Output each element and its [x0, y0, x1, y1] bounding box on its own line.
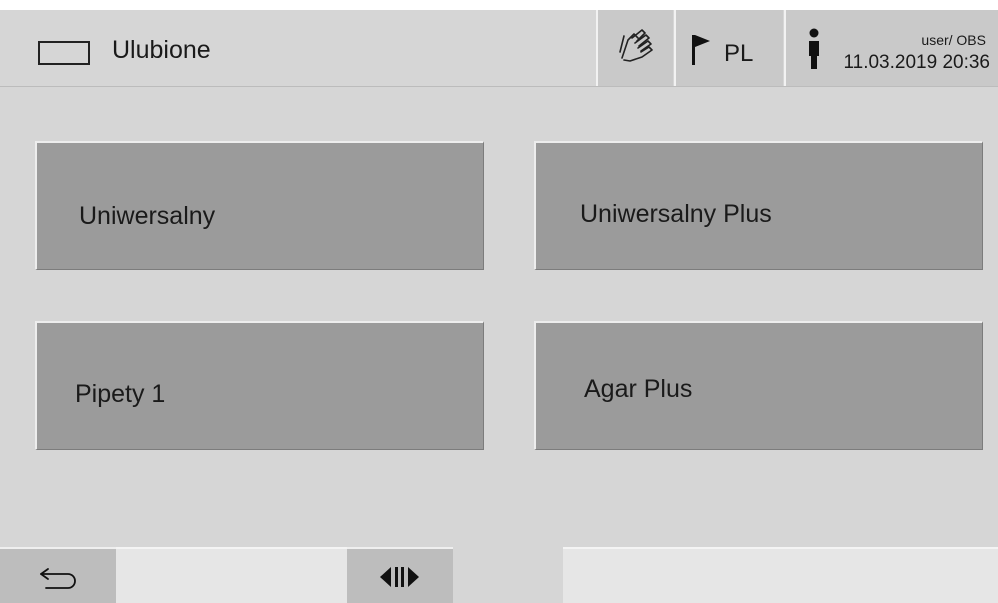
datetime-label: 11.03.2019 20:36: [843, 52, 990, 73]
favourite-label: Pipety 1: [75, 380, 166, 408]
favourite-label: Uniwersalny: [79, 202, 216, 230]
rectangle-outline-icon: [38, 41, 90, 65]
language-button[interactable]: PL: [674, 10, 783, 86]
back-arrow-icon: [40, 568, 76, 589]
footer-empty-slot: [116, 547, 347, 603]
footer-divider: [453, 547, 563, 603]
favourite-button-pipety-1[interactable]: Pipety 1: [35, 321, 484, 450]
person-icon: [809, 28, 819, 69]
favourite-button-agar-plus[interactable]: Agar Plus: [534, 321, 983, 450]
footer-bar: [0, 547, 998, 603]
user-label: user/ OBS: [921, 32, 986, 48]
language-label: PL: [724, 40, 754, 67]
header-bar: Ulubione PL user/ OBS 11.03.2019 20:36: [0, 10, 998, 87]
favourite-button-uniwersalny-plus[interactable]: Uniwersalny Plus: [534, 141, 983, 270]
toggle-view-button[interactable]: [347, 547, 453, 603]
footer-empty-slot: [563, 547, 998, 603]
favourite-label: Uniwersalny Plus: [580, 200, 772, 228]
flag-icon: [692, 35, 710, 65]
touch-mode-button[interactable]: [596, 10, 673, 86]
hand-touch-icon: [619, 29, 653, 62]
favourite-label: Agar Plus: [584, 375, 693, 403]
screen: Ulubione PL user/ OBS 11.03.2019 20:36 U…: [0, 10, 998, 603]
user-button[interactable]: user/ OBS 11.03.2019 20:36: [784, 10, 998, 86]
toggle-left-right-icon: [380, 567, 419, 587]
favourite-button-uniwersalny[interactable]: Uniwersalny: [35, 141, 484, 270]
back-button[interactable]: [0, 547, 116, 603]
page-title: Ulubione: [112, 36, 211, 64]
